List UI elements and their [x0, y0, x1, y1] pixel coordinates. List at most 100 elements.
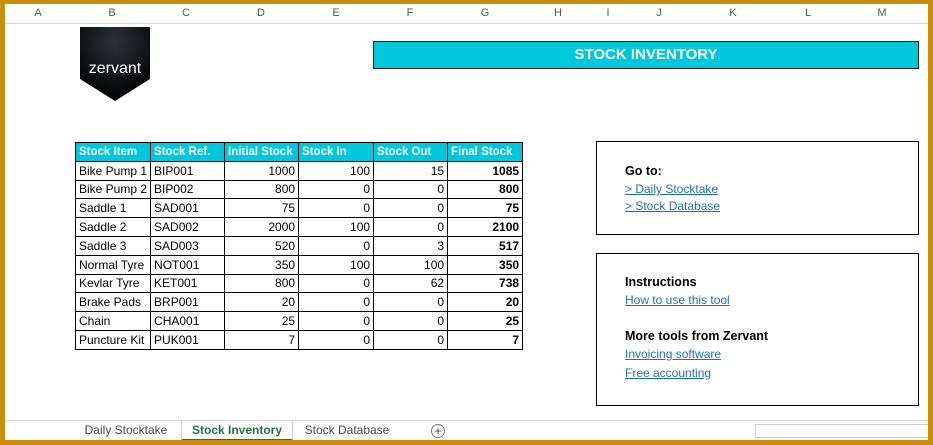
table-cell[interactable]: 25	[224, 311, 300, 331]
table-cell[interactable]: 0	[373, 179, 449, 200]
table-cell[interactable]: 0	[298, 198, 375, 219]
link-invoicing-software[interactable]: Invoicing software	[625, 347, 890, 361]
column-header-cell: Initial Stock	[224, 142, 300, 162]
table-cell[interactable]: 1000	[224, 160, 300, 181]
table-cell[interactable]: 100	[298, 217, 375, 237]
instructions-box: Instructions How to use this tool More t…	[596, 253, 919, 406]
table-cell[interactable]: Chain	[74, 311, 152, 331]
column-header[interactable]: J	[656, 7, 662, 19]
table-cell[interactable]: 1085	[447, 160, 524, 181]
table-cell[interactable]: 100	[298, 160, 375, 181]
table-cell[interactable]: 0	[298, 235, 375, 256]
table-cell[interactable]: 20	[447, 292, 524, 313]
table-cell[interactable]: 75	[447, 198, 524, 219]
table-cell[interactable]: KET001	[150, 273, 226, 294]
table-cell[interactable]: 0	[373, 311, 449, 331]
column-header[interactable]: F	[407, 7, 414, 19]
table-cell[interactable]: 517	[447, 235, 524, 256]
table-cell[interactable]: 100	[298, 254, 375, 275]
column-header[interactable]: A	[34, 7, 41, 19]
column-header[interactable]: K	[729, 7, 736, 19]
table-cell[interactable]: Normal Tyre	[74, 254, 152, 275]
table-cell[interactable]: 20	[224, 292, 300, 313]
table-cell[interactable]: BRP001	[150, 292, 226, 313]
table-cell[interactable]: 15	[373, 160, 449, 181]
table-cell[interactable]: 0	[373, 217, 449, 237]
table-cell[interactable]: BIP002	[150, 179, 226, 200]
tab-stock-database[interactable]: Stock Database	[293, 421, 401, 440]
column-header-cell: Stock Out	[373, 142, 449, 162]
column-header-cell: Stock Ref.	[150, 142, 226, 162]
table-cell[interactable]: Bike Pump 1	[74, 160, 152, 181]
link-free-accounting[interactable]: Free accounting	[625, 366, 890, 380]
zervant-logo: zervant	[80, 27, 150, 103]
table-cell[interactable]: 62	[373, 273, 449, 294]
column-header[interactable]: M	[877, 7, 886, 19]
table-cell[interactable]: Brake Pads	[74, 292, 152, 313]
table-cell[interactable]: Saddle 2	[74, 217, 152, 237]
table-row: Saddle 3 SAD003 520 0 3 517	[74, 235, 524, 256]
link-stock-database[interactable]: > Stock Database	[625, 199, 890, 213]
table-cell[interactable]: Saddle 3	[74, 235, 152, 256]
link-daily-stocktake[interactable]: > Daily Stocktake	[625, 182, 890, 196]
table-cell[interactable]: 100	[373, 254, 449, 275]
sheet-tabs: Daily Stocktake Stock Inventory Stock Da…	[5, 420, 928, 440]
column-header[interactable]: H	[554, 7, 562, 19]
column-header-cell: Final Stock	[447, 142, 524, 162]
add-sheet-button[interactable]: +	[431, 424, 445, 438]
goto-box: Go to: > Daily Stocktake > Stock Databas…	[596, 141, 919, 235]
table-cell[interactable]: 25	[447, 311, 524, 331]
table-cell[interactable]: SAD003	[150, 235, 226, 256]
table-cell[interactable]: 3	[373, 235, 449, 256]
horizontal-scrollbar[interactable]	[755, 424, 928, 438]
table-cell[interactable]: SAD002	[150, 217, 226, 237]
table-cell[interactable]: 738	[447, 273, 524, 294]
table-cell[interactable]: 0	[373, 292, 449, 313]
tab-stock-inventory[interactable]: Stock Inventory	[181, 421, 293, 440]
table-cell[interactable]: 7	[447, 329, 524, 350]
table-cell[interactable]: Saddle 1	[74, 198, 152, 219]
table-row: Brake Pads BRP001 20 0 0 20	[74, 292, 524, 313]
table-cell[interactable]: SAD001	[150, 198, 226, 219]
table-cell[interactable]: Bike Pump 2	[74, 179, 152, 200]
table-cell[interactable]: 75	[224, 198, 300, 219]
table-cell[interactable]: 2100	[447, 217, 524, 237]
table-cell[interactable]: BIP001	[150, 160, 226, 181]
link-how-to-use[interactable]: How to use this tool	[625, 293, 890, 307]
table-cell[interactable]: PUK001	[150, 329, 226, 350]
table-cell[interactable]: Kevlar Tyre	[74, 273, 152, 294]
table-cell[interactable]: 0	[298, 273, 375, 294]
table-cell[interactable]: 0	[373, 329, 449, 350]
table-cell[interactable]: 0	[298, 292, 375, 313]
column-header[interactable]: I	[606, 7, 609, 19]
table-cell[interactable]: 520	[224, 235, 300, 256]
column-header[interactable]: B	[108, 7, 115, 19]
table-cell[interactable]: 7	[224, 329, 300, 350]
column-header-cell: Stock Item	[74, 142, 152, 162]
table-row: Puncture Kit PUK001 7 0 0 7	[74, 329, 524, 350]
table-cell[interactable]: 350	[447, 254, 524, 275]
goto-heading: Go to:	[625, 164, 662, 178]
table-cell[interactable]: 800	[224, 179, 300, 200]
table-cell[interactable]: 0	[373, 198, 449, 219]
table-cell[interactable]: 800	[224, 273, 300, 294]
table-row: Bike Pump 2 BIP002 800 0 0 800	[74, 179, 524, 200]
table-cell[interactable]: 2000	[224, 217, 300, 237]
spreadsheet: A B C D E F G H I J K L M zervant STOCK INVENTORY St…	[5, 4, 928, 440]
table-row: Saddle 1 SAD001 75 0 0 75	[74, 198, 524, 219]
column-header[interactable]: L	[805, 7, 811, 19]
column-header[interactable]: D	[257, 7, 265, 19]
table-cell[interactable]: 350	[224, 254, 300, 275]
column-header[interactable]: G	[481, 7, 490, 19]
table-cell[interactable]: 0	[298, 329, 375, 350]
table-cell[interactable]: CHA001	[150, 311, 226, 331]
column-header[interactable]: E	[332, 7, 339, 19]
column-header[interactable]: C	[182, 7, 190, 19]
table-cell[interactable]: 0	[298, 179, 375, 200]
table-row: Kevlar Tyre KET001 800 0 62 738	[74, 273, 524, 294]
tab-daily-stocktake[interactable]: Daily Stocktake	[71, 421, 181, 440]
table-cell[interactable]: 800	[447, 179, 524, 200]
table-cell[interactable]: 0	[298, 311, 375, 331]
table-cell[interactable]: Puncture Kit	[74, 329, 152, 350]
table-cell[interactable]: NOT001	[150, 254, 226, 275]
